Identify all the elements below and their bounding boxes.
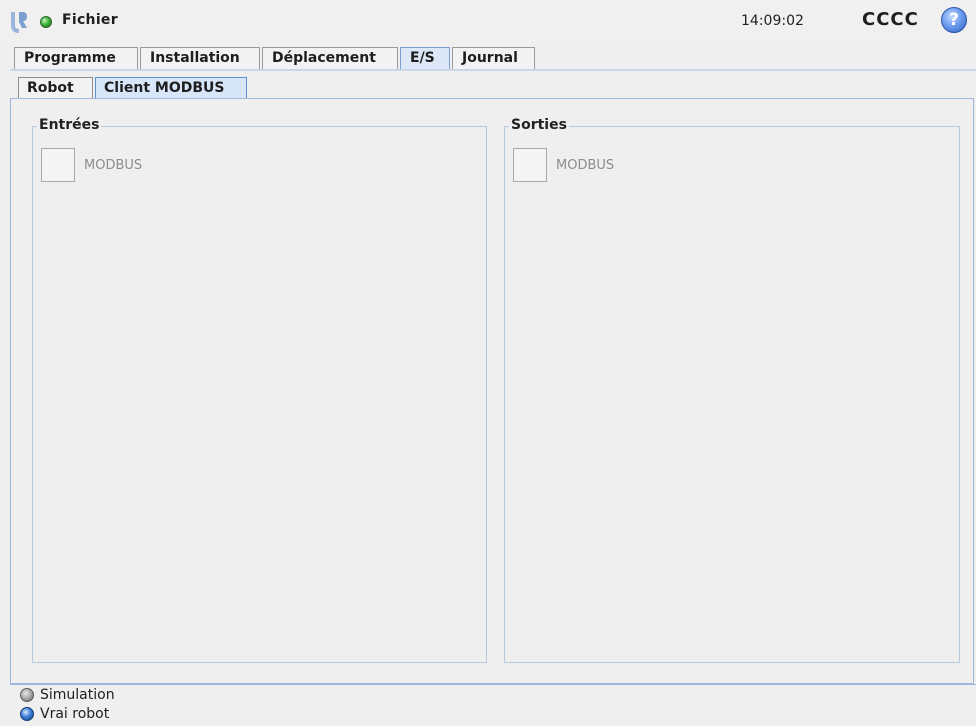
tab-installation[interactable]: Installation bbox=[140, 47, 260, 69]
main-tab-divider bbox=[10, 69, 976, 71]
clock: 14:09:02 bbox=[741, 13, 804, 29]
ur-logo-icon[interactable] bbox=[10, 10, 28, 34]
real-robot-label: Vrai robot bbox=[40, 706, 110, 722]
tab-journal[interactable]: Journal bbox=[452, 47, 535, 69]
outputs-group: Sorties MODBUS bbox=[504, 117, 960, 663]
footer-divider bbox=[10, 684, 976, 685]
radio-unselected-icon[interactable] bbox=[20, 688, 34, 702]
robot-name: CCCC bbox=[862, 9, 919, 30]
simulation-label: Simulation bbox=[40, 687, 115, 703]
modbus-input-checkbox[interactable] bbox=[41, 148, 75, 182]
file-menu[interactable]: Fichier bbox=[62, 12, 118, 28]
radio-selected-icon[interactable] bbox=[20, 707, 34, 721]
outputs-group-title: Sorties bbox=[509, 117, 569, 133]
inputs-group-title: Entrées bbox=[37, 117, 102, 133]
header-bar: Fichier 14:09:02 CCCC ? bbox=[0, 0, 976, 44]
tab-deplacement[interactable]: Déplacement bbox=[262, 47, 398, 69]
modbus-output-checkbox[interactable] bbox=[513, 148, 547, 182]
status-dot-icon bbox=[40, 16, 52, 28]
subtab-robot[interactable]: Robot bbox=[18, 77, 93, 98]
modbus-output-label: MODBUS bbox=[556, 158, 615, 173]
content-panel: Entrées MODBUS Sorties MODBUS bbox=[10, 98, 974, 684]
modbus-input-label: MODBUS bbox=[84, 158, 143, 173]
subtab-client-modbus[interactable]: Client MODBUS bbox=[95, 77, 247, 98]
tab-es[interactable]: E/S bbox=[400, 47, 450, 69]
tab-programme[interactable]: Programme bbox=[14, 47, 138, 69]
help-icon[interactable]: ? bbox=[941, 7, 967, 33]
inputs-group: Entrées MODBUS bbox=[32, 117, 487, 663]
